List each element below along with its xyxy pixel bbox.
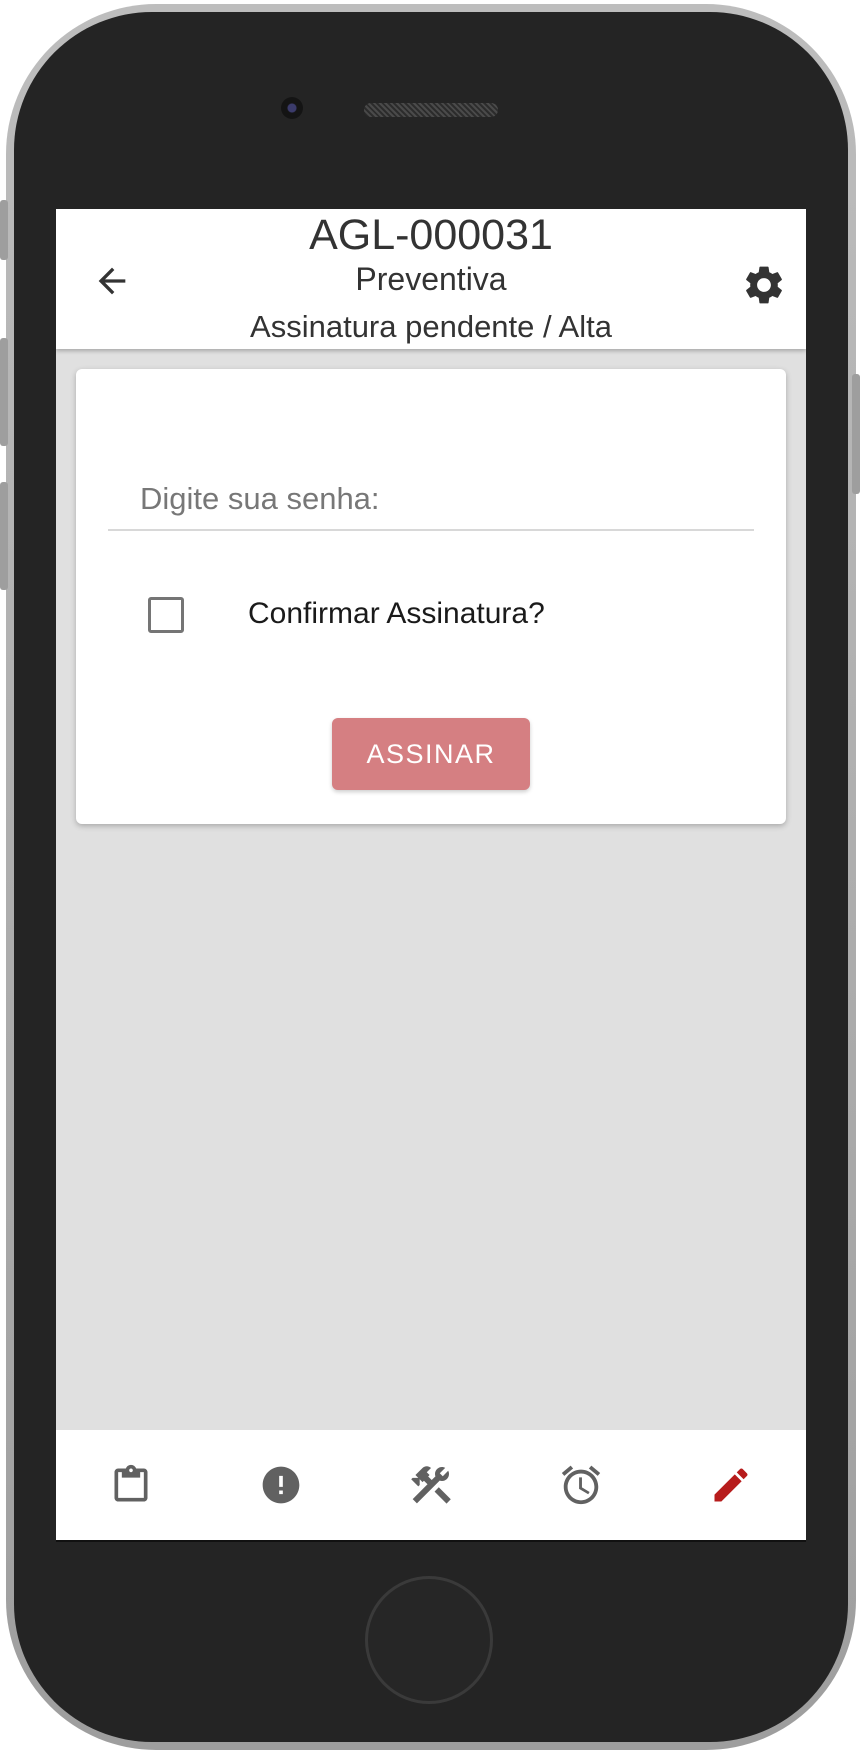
clipboard-icon	[114, 1464, 148, 1502]
order-code: AGL-000031	[309, 211, 553, 259]
app-header: AGL-000031 Preventiva Assinatura pendent…	[56, 209, 806, 349]
home-button[interactable]	[365, 1576, 493, 1704]
phone-speaker	[364, 103, 498, 117]
password-input[interactable]	[108, 469, 754, 531]
bottom-navigation	[56, 1430, 806, 1542]
app-screen: AGL-000031 Preventiva Assinatura pendent…	[56, 209, 806, 1542]
order-type: Preventiva	[355, 261, 507, 297]
nav-item-tools[interactable]	[356, 1430, 506, 1540]
pencil-icon	[714, 1468, 748, 1502]
front-camera	[281, 97, 303, 119]
tools-icon	[411, 1466, 451, 1504]
sign-button[interactable]: ASSINAR	[332, 718, 530, 790]
order-status: Assinatura pendente / Alta	[250, 309, 612, 344]
phone-volume-down	[0, 482, 8, 590]
confirm-signature-label: Confirmar Assinatura?	[248, 597, 545, 630]
nav-item-clipboard[interactable]	[56, 1430, 206, 1540]
nav-item-signature[interactable]	[656, 1430, 806, 1540]
phone-side-button	[0, 200, 8, 260]
settings-button[interactable]	[740, 261, 788, 309]
nav-item-alert[interactable]	[206, 1430, 356, 1540]
alert-icon	[262, 1466, 300, 1504]
signature-card: Confirmar Assinatura? ASSINAR	[76, 369, 786, 824]
phone-power-button	[852, 374, 860, 494]
gear-icon	[746, 266, 782, 304]
alarm-clock-icon	[561, 1465, 601, 1505]
phone-volume-up	[0, 338, 8, 446]
confirm-signature-checkbox[interactable]	[148, 597, 184, 633]
nav-item-alarm[interactable]	[506, 1430, 656, 1540]
